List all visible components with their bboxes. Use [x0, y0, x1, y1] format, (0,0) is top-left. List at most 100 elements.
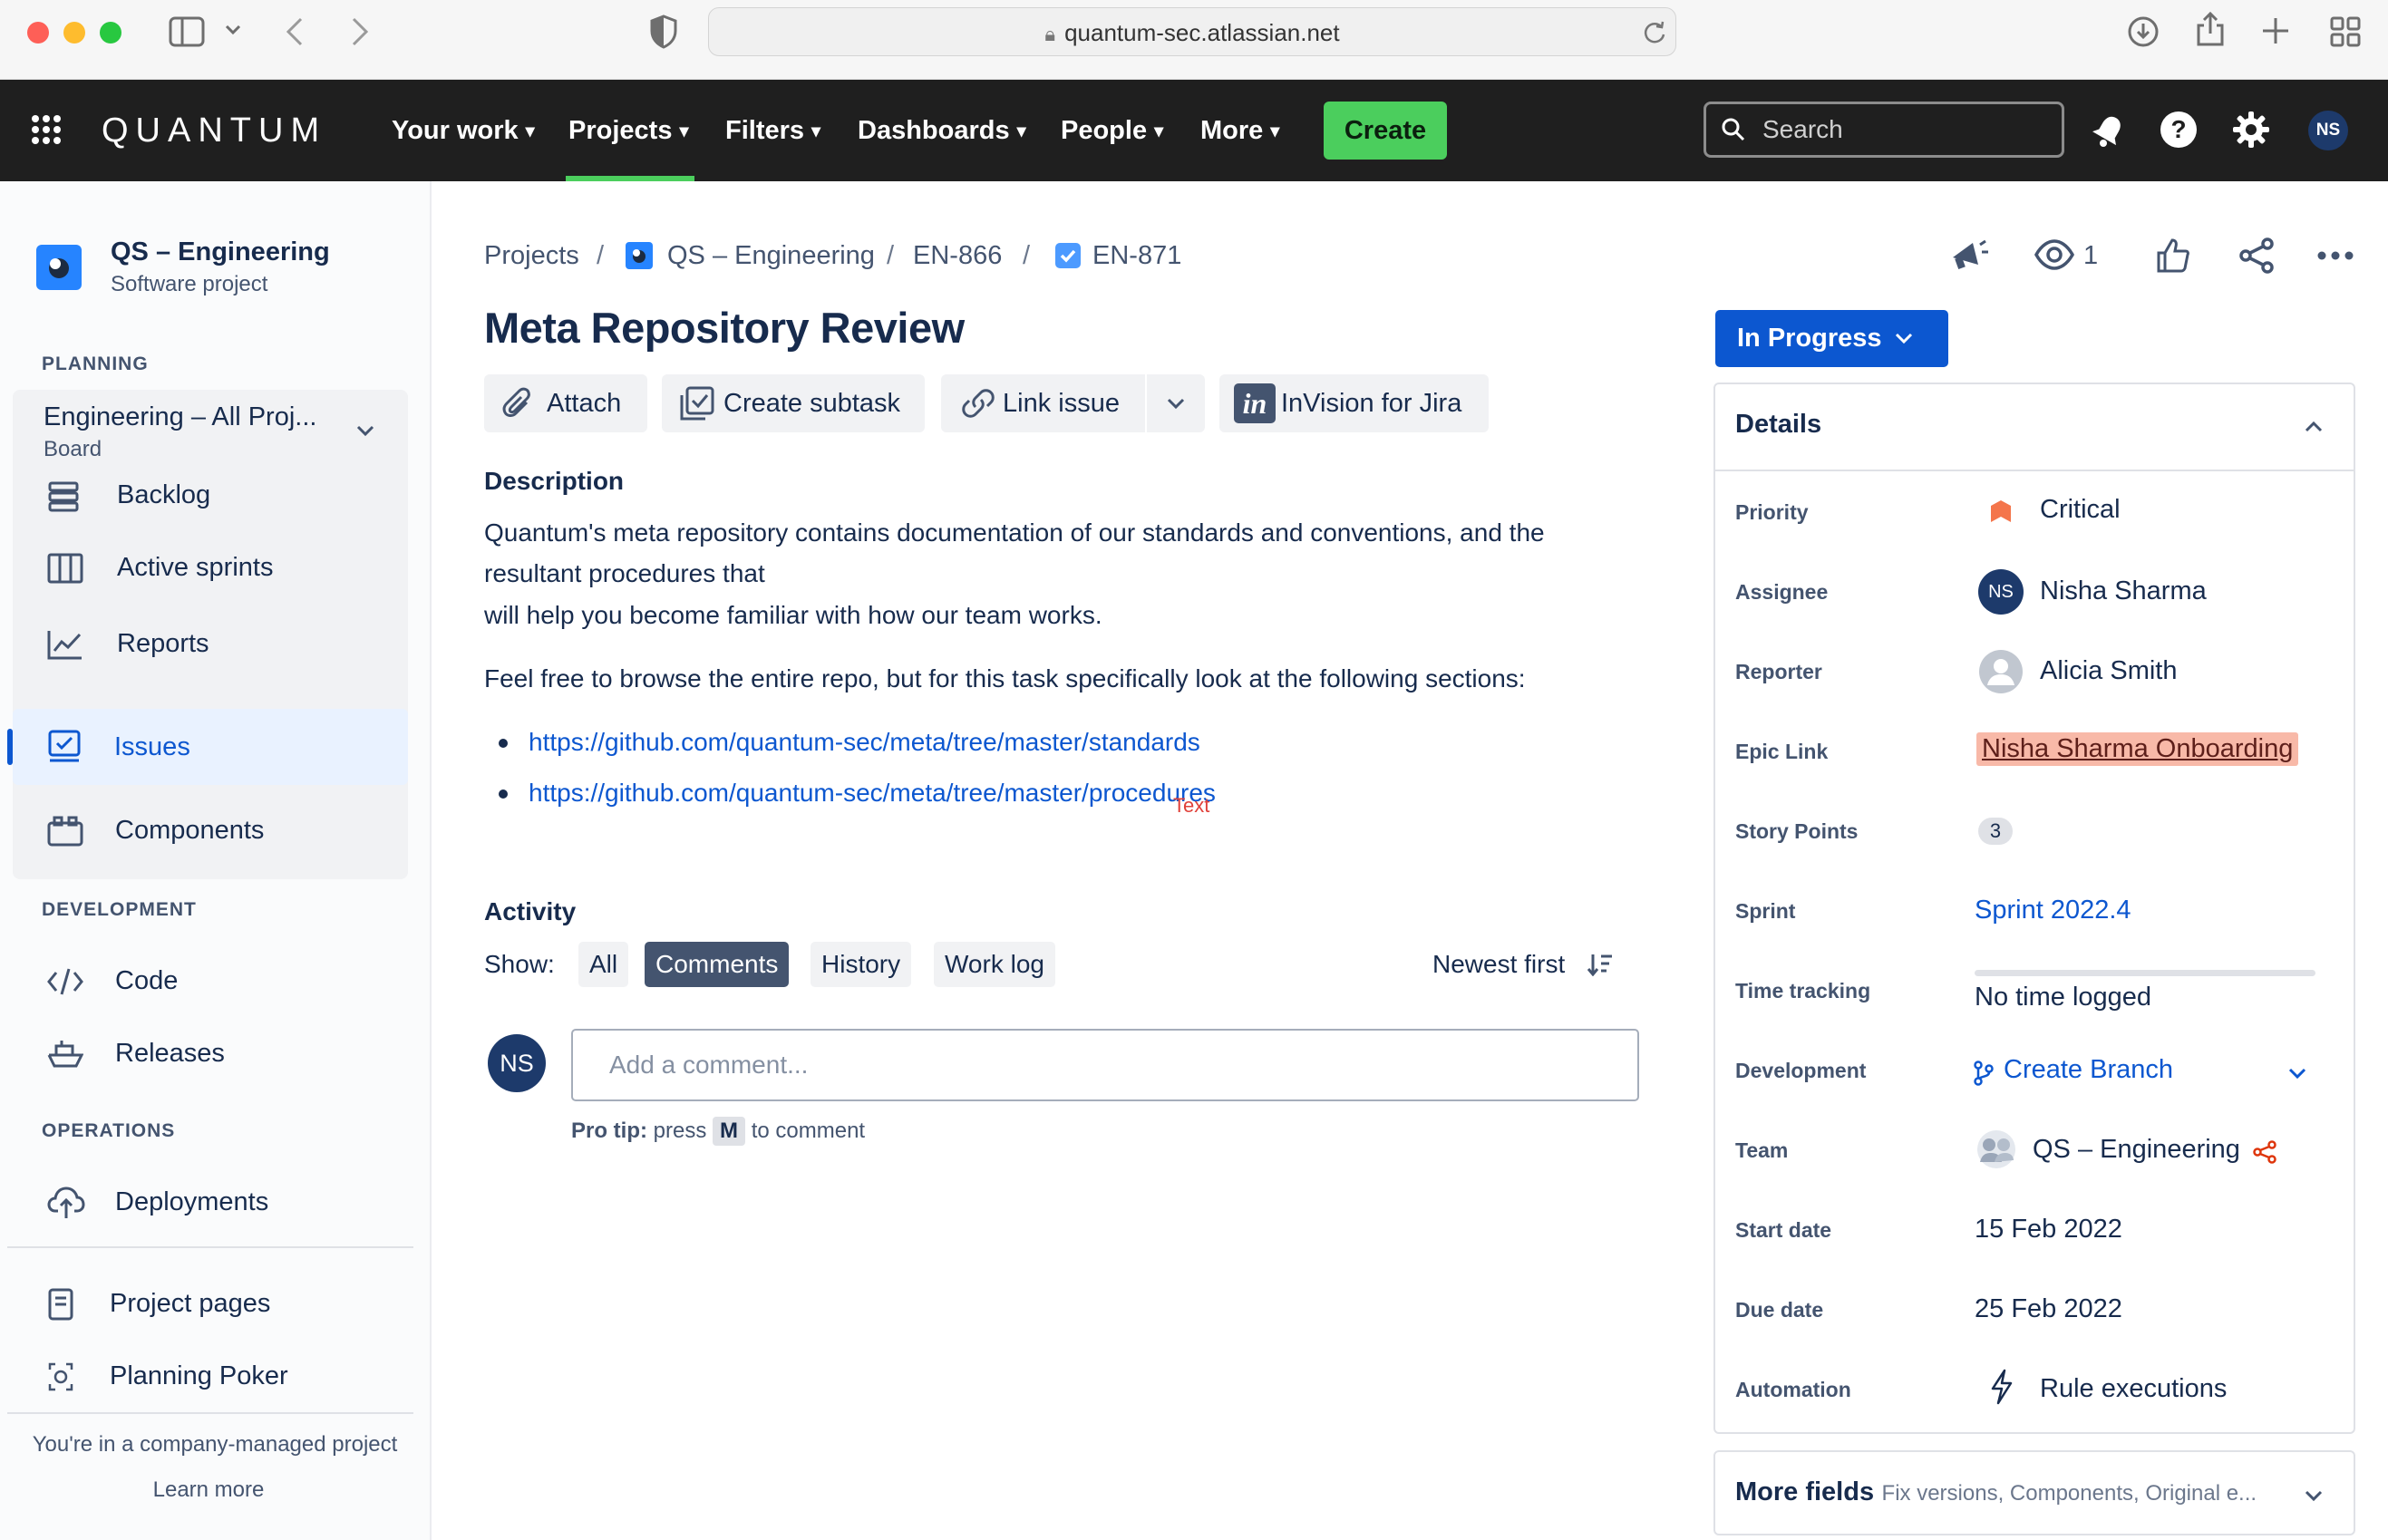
start-date-value[interactable]: 15 Feb 2022	[1975, 1215, 2122, 1245]
issue-title[interactable]: Meta Repository Review	[484, 303, 965, 353]
create-button[interactable]: Create	[1324, 102, 1447, 160]
sidebar-item-active-sprints[interactable]: Active sprints	[25, 540, 406, 598]
close-window-button[interactable]	[27, 22, 49, 44]
standards-link[interactable]: https://github.com/quantum-sec/meta/tree…	[529, 722, 1200, 763]
share-icon[interactable]	[2238, 237, 2276, 274]
board-columns-icon	[47, 553, 83, 584]
description-line[interactable]: will help you become familiar with how o…	[484, 595, 1102, 636]
user-avatar[interactable]: NS	[2308, 111, 2348, 150]
more-fields-section[interactable]: More fields Fix versions, Components, Or…	[1713, 1450, 2355, 1535]
back-arrow-icon[interactable]	[285, 16, 305, 47]
assignee-value[interactable]: Nisha Sharma	[2040, 576, 2207, 606]
tab-history[interactable]: History	[811, 942, 912, 987]
sidebar-item-deployments[interactable]: Deployments	[25, 1175, 406, 1233]
create-branch-link[interactable]: Create Branch	[2004, 1055, 2173, 1085]
shield-icon[interactable]	[649, 15, 678, 49]
sidebar-item-planning-poker[interactable]: Planning Poker	[25, 1349, 406, 1407]
project-name[interactable]: QS – Engineering	[111, 237, 330, 267]
breadcrumb-projects[interactable]: Projects	[484, 236, 579, 276]
project-avatar-icon[interactable]	[36, 245, 82, 290]
chevron-down-icon[interactable]	[2288, 1068, 2306, 1080]
comment-input[interactable]: Add a comment...	[571, 1029, 1639, 1101]
settings-gear-icon[interactable]	[2232, 111, 2270, 149]
ship-icon	[47, 1039, 83, 1070]
sidebar-item-releases[interactable]: Releases	[25, 1026, 406, 1084]
more-actions-icon[interactable]	[2317, 250, 2354, 261]
new-tab-icon[interactable]	[2261, 16, 2290, 45]
notifications-icon[interactable]	[2091, 112, 2127, 149]
sidebar-item-code[interactable]: Code	[25, 954, 406, 1012]
learn-more-link[interactable]: Learn more	[0, 1477, 417, 1503]
help-icon[interactable]: ?	[2160, 111, 2198, 149]
attach-button[interactable]: Attach	[484, 374, 647, 432]
address-bar[interactable]: 🔒︎ quantum-sec.atlassian.net	[708, 7, 1676, 56]
sidebar-item-backlog[interactable]: Backlog	[25, 468, 406, 526]
commenter-avatar: NS	[488, 1034, 546, 1092]
top-navigation: QUANTUM Your work ▾ Projects ▾ Filters ▾ Da…	[0, 80, 2388, 181]
description-line[interactable]: resultant procedures that	[484, 553, 765, 595]
team-share-icon[interactable]	[2252, 1140, 2277, 1164]
maximize-window-button[interactable]	[100, 22, 121, 44]
url-text: 🔒︎ quantum-sec.atlassian.net	[709, 8, 1675, 57]
chevron-down-icon: ▾	[1270, 121, 1280, 142]
nav-filters[interactable]: Filters ▾	[725, 80, 820, 181]
breadcrumb-project[interactable]: QS – Engineering	[667, 236, 875, 276]
details-header[interactable]: Details	[1715, 384, 2354, 471]
breadcrumb-current-issue[interactable]: EN-871	[1092, 236, 1181, 276]
reload-icon[interactable]	[1643, 20, 1666, 45]
procedures-link[interactable]: https://github.com/quantum-sec/meta/tree…	[529, 772, 1216, 814]
automation-value[interactable]: Rule executions	[2040, 1374, 2227, 1404]
quantum-logo[interactable]: QUANTUM	[102, 109, 326, 152]
nav-dashboards[interactable]: Dashboards ▾	[858, 80, 1026, 181]
link-issue-button[interactable]: Link issue	[941, 374, 1145, 432]
reporter-value[interactable]: Alicia Smith	[2040, 656, 2178, 686]
due-date-value[interactable]: 25 Feb 2022	[1975, 1294, 2122, 1324]
link-issue-dropdown[interactable]	[1147, 374, 1205, 432]
sidebar-item-label: Backlog	[117, 480, 211, 509]
share-icon[interactable]	[2196, 11, 2225, 47]
tab-work-log[interactable]: Work log	[934, 942, 1055, 987]
sort-descending-icon[interactable]	[1587, 953, 1614, 976]
chevron-down-icon[interactable]	[225, 24, 241, 36]
watch-eye-icon[interactable]	[2034, 239, 2074, 270]
app-switcher-icon[interactable]	[31, 114, 62, 145]
nav-your-work[interactable]: Your work ▾	[392, 80, 535, 181]
team-value[interactable]: QS – Engineering	[2033, 1135, 2240, 1165]
nav-more[interactable]: More ▾	[1200, 80, 1279, 181]
tab-all[interactable]: All	[578, 942, 629, 987]
chevron-up-icon[interactable]	[2305, 421, 2323, 432]
sidebar-item-components[interactable]: Components	[25, 803, 406, 861]
sidebar-toggle-icon[interactable]	[169, 16, 205, 47]
sidebar-item-project-pages[interactable]: Project pages	[25, 1276, 406, 1334]
like-thumbs-up-icon[interactable]	[2156, 237, 2190, 274]
description-line[interactable]: Feel free to browse the entire repo, but…	[484, 658, 1526, 700]
epic-link-value[interactable]: Nisha Sharma Onboarding	[1976, 732, 2299, 766]
create-subtask-button[interactable]: Create subtask	[662, 374, 925, 432]
forward-arrow-icon[interactable]	[350, 16, 370, 47]
priority-value[interactable]: Critical	[2040, 495, 2121, 525]
search-input[interactable]: Search	[1704, 102, 2064, 158]
chevron-down-icon[interactable]	[355, 424, 375, 437]
nav-people[interactable]: People ▾	[1061, 80, 1163, 181]
chevron-down-icon[interactable]	[2305, 1490, 2323, 1502]
breadcrumb-parent-issue[interactable]: EN-866	[913, 236, 1002, 276]
time-tracking-bar[interactable]	[1975, 970, 2315, 976]
board-selector[interactable]: Engineering – All Proj...	[44, 402, 316, 432]
invision-button[interactable]: in InVision for Jira	[1219, 374, 1489, 432]
sidebar-item-label: Planning Poker	[110, 1361, 288, 1390]
reporter-label: Reporter	[1735, 660, 1822, 683]
sidebar-item-reports[interactable]: Reports	[25, 616, 406, 674]
description-line[interactable]: Quantum's meta repository contains docum…	[484, 512, 1545, 554]
sort-toggle[interactable]: Newest first	[1432, 942, 1565, 987]
story-points-badge[interactable]: 3	[1978, 818, 2013, 845]
sidebar-item-issues[interactable]: Issues	[7, 709, 408, 785]
sort-label: Newest first	[1432, 950, 1566, 978]
status-dropdown[interactable]: In Progress	[1715, 310, 1948, 367]
tab-overview-icon[interactable]	[2330, 16, 2361, 47]
tab-comments[interactable]: Comments	[645, 942, 790, 987]
nav-projects[interactable]: Projects ▾	[568, 80, 689, 181]
sprint-value[interactable]: Sprint 2022.4	[1975, 896, 2131, 925]
minimize-window-button[interactable]	[63, 22, 85, 44]
announcement-megaphone-icon[interactable]	[1949, 237, 1989, 274]
download-icon[interactable]	[2127, 15, 2160, 48]
